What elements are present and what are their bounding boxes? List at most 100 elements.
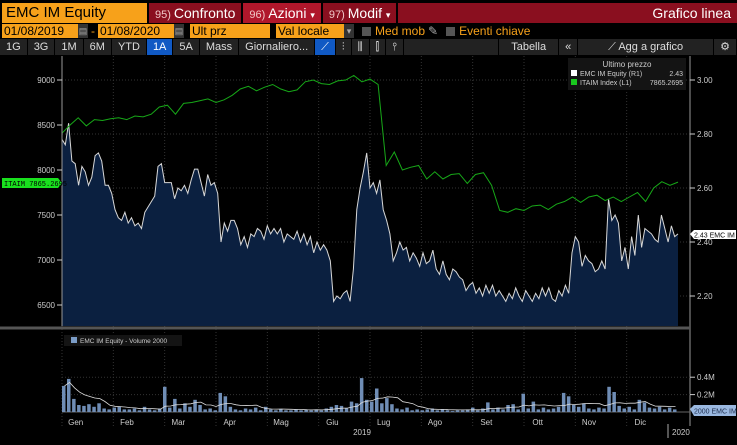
calendar-icon[interactable]: ▤: [174, 24, 184, 38]
period-6m[interactable]: 6M: [83, 39, 112, 55]
chart-type-title: Grafico linea: [398, 3, 737, 23]
key-events-label: Eventi chiave: [459, 24, 531, 38]
x-tick-label: Nov: [582, 418, 596, 427]
period-1g[interactable]: 1G: [0, 39, 28, 55]
volume-bar: [516, 409, 520, 412]
right-tick-label: 2.20: [697, 292, 713, 301]
key-events-checkbox[interactable]: [446, 26, 456, 36]
frequency-select[interactable]: Giornaliero...: [239, 39, 316, 55]
volume-bar: [375, 388, 379, 412]
volume-bar: [228, 406, 233, 412]
volume-bar: [541, 407, 546, 412]
pencil-icon[interactable]: ✎: [428, 24, 438, 38]
confronto-button[interactable]: 95) Confronto: [149, 3, 242, 23]
period-mass[interactable]: Mass: [199, 39, 240, 55]
price-field-input[interactable]: Ult prz: [190, 24, 270, 38]
hlc-chart-icon[interactable]: ⫯: [386, 39, 404, 55]
volume-bar: [521, 393, 525, 412]
line-chart-icon[interactable]: ⟋: [315, 39, 336, 55]
start-date-input[interactable]: 01/08/2019: [2, 24, 78, 38]
volume-bar: [561, 392, 566, 412]
azioni-menu-button[interactable]: 96) Azioni ▾: [243, 3, 321, 23]
left-tick-label: 8500: [37, 121, 55, 130]
volume-bar: [390, 404, 394, 412]
calendar-icon[interactable]: ▤: [78, 24, 88, 38]
volume-bar: [622, 408, 626, 412]
volume-bar: [112, 407, 116, 412]
left-tick-label: 8000: [37, 166, 55, 175]
bar-chart-icon[interactable]: ⫿: [369, 39, 387, 55]
volume-bar: [415, 409, 419, 412]
candle-chart-icon[interactable]: ⫼: [351, 39, 370, 55]
table-button[interactable]: Tabella: [499, 39, 560, 55]
volume-bar: [627, 406, 631, 412]
volume-bar: [178, 408, 182, 412]
volume-bar: [279, 409, 283, 412]
x-tick-label: Feb: [120, 418, 134, 427]
volume-bar: [168, 407, 172, 412]
date-separator: -: [91, 24, 95, 38]
ohlc-chart-icon[interactable]: ⫶: [335, 39, 352, 55]
button-label: Modif: [347, 5, 382, 21]
emc-last-tag: 2.43 EMC IM: [690, 230, 736, 240]
period-1a[interactable]: 1A: [146, 39, 174, 55]
volume-tag-text: 2000 EMC IM: [694, 409, 737, 416]
currency-select[interactable]: Val locale: [276, 24, 344, 38]
price-chart[interactable]: 6500700075008000850090002.202.402.602.80…: [0, 56, 737, 445]
volume-bar: [657, 406, 662, 412]
emc-price-area: [62, 123, 678, 326]
volume-bar: [62, 385, 66, 412]
volume-bar: [147, 409, 152, 412]
volume-bar: [92, 406, 96, 412]
volume-bar: [526, 408, 530, 412]
period-5a[interactable]: 5A: [173, 39, 200, 55]
period-3g[interactable]: 3G: [27, 39, 56, 55]
button-label: Azioni: [268, 5, 307, 21]
volume-bar: [354, 403, 359, 412]
volume-bar: [632, 409, 637, 412]
volume-bar: [299, 410, 303, 412]
toolbar-spacer: [403, 39, 500, 55]
volume-bar: [132, 408, 137, 412]
left-tick-label: 9000: [37, 76, 55, 85]
add-to-chart-button[interactable]: ⟋ Agg a grafico: [578, 39, 715, 55]
legend-value-itaim: 7865.2695: [650, 80, 683, 87]
end-date-input[interactable]: 01/08/2020: [98, 24, 174, 38]
moving-avg-checkbox[interactable]: [362, 26, 371, 36]
legend-box: Ultimo prezzo EMC IM Equity (R1) 2.43 IT…: [568, 58, 686, 90]
volume-bar: [324, 408, 329, 412]
volume-swatch: [71, 337, 77, 343]
volume-tick-label: 0.2M: [697, 391, 715, 400]
volume-bar: [72, 398, 76, 412]
chevron-down-icon: ▾: [310, 10, 315, 20]
chevron-down-icon[interactable]: ▾: [344, 24, 354, 38]
period-ytd[interactable]: YTD: [111, 39, 147, 55]
ticker-field[interactable]: EMC IM Equity: [2, 3, 147, 23]
volume-bar: [405, 407, 409, 412]
volume-bar: [344, 408, 349, 412]
volume-bar: [481, 408, 485, 412]
volume-bar: [77, 405, 81, 412]
header-bar: EMC IM Equity 95) Confronto 96) Azioni ▾ 9…: [0, 3, 737, 23]
period-1m[interactable]: 1M: [55, 39, 84, 55]
volume-tick-label: 0.4M: [697, 373, 715, 382]
volume-legend: EMC IM Equity - Volume 2000: [64, 335, 182, 346]
left-tick-label: 6500: [37, 301, 55, 310]
volume-bar: [193, 399, 197, 412]
volume-bar: [607, 386, 611, 412]
volume-bar: [582, 403, 586, 412]
right-tick-label: 3.00: [697, 76, 713, 85]
settings-gear-icon[interactable]: ⚙: [714, 39, 737, 55]
volume-bar: [531, 401, 536, 412]
x-tick-label: Ott: [532, 418, 543, 427]
shortcut-number: 97): [328, 9, 345, 21]
volume-bar: [359, 378, 364, 412]
legend-swatch-itaim: [571, 79, 577, 85]
volume-bar: [597, 407, 601, 412]
draw-icon: ⟋: [608, 41, 619, 53]
shortcut-number: 96): [249, 9, 266, 21]
modif-menu-button[interactable]: 97) Modif ▾: [322, 3, 397, 23]
collapse-icon[interactable]: «: [559, 39, 579, 55]
volume-bar: [264, 406, 268, 412]
volume-bar: [652, 408, 657, 412]
